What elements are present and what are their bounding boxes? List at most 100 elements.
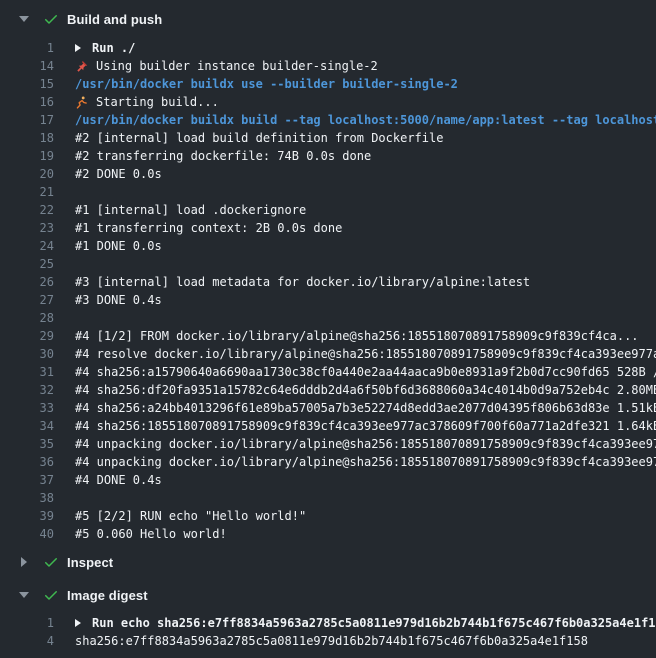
step-header[interactable]: Build and push [0, 8, 656, 30]
line-number: 37 [0, 471, 54, 489]
log-text: #4 DONE 0.4s [75, 471, 162, 489]
chevron-down-icon[interactable] [18, 592, 30, 598]
log-line[interactable]: 4 sha256:e7ff8834a5963a2785c5a0811e979d1… [0, 632, 656, 650]
log-line[interactable]: 19 #2 transferring dockerfile: 74B 0.0s … [0, 147, 656, 165]
line-number: 38 [0, 489, 54, 507]
log-line[interactable]: 29 #4 [1/2] FROM docker.io/library/alpin… [0, 327, 656, 345]
log-text: #2 DONE 0.0s [75, 165, 162, 183]
log-line[interactable]: 36 #4 unpacking docker.io/library/alpine… [0, 453, 656, 471]
line-number: 35 [0, 435, 54, 453]
log-line[interactable]: 24 #1 DONE 0.0s [0, 237, 656, 255]
line-text-content: #2 DONE 0.0s [75, 165, 162, 183]
log-line[interactable]: 22 #1 [internal] load .dockerignore [0, 201, 656, 219]
log-text: #4 sha256:185518070891758909c9f839cf4ca3… [75, 417, 656, 435]
line-number: 14 [0, 57, 54, 75]
line-number: 23 [0, 219, 54, 237]
log-text: Using builder instance builder-single-2 [75, 57, 378, 75]
log-line[interactable]: 25 [0, 255, 656, 273]
command-text: /usr/bin/docker buildx use --builder bui… [75, 75, 458, 93]
line-text-content: #4 [1/2] FROM docker.io/library/alpine@s… [75, 327, 639, 345]
step-title: Image digest [67, 588, 148, 603]
line-text-content: #4 unpacking docker.io/library/alpine@sh… [75, 453, 656, 471]
line-number: 27 [0, 291, 54, 309]
line-text-content: #1 [internal] load .dockerignore [75, 201, 306, 219]
line-number: 34 [0, 417, 54, 435]
log-line[interactable]: 37 #4 DONE 0.4s [0, 471, 656, 489]
chevron-right-icon[interactable] [18, 557, 30, 567]
line-number: 30 [0, 345, 54, 363]
log-text: #4 sha256:a15790640a6690aa1730c38cf0a440… [75, 363, 656, 381]
log-line[interactable]: 1 Run ./ [0, 39, 656, 57]
line-number: 1 [0, 614, 54, 632]
line-number: 16 [0, 93, 54, 111]
log-line[interactable]: 39 #5 [2/2] RUN echo "Hello world!" [0, 507, 656, 525]
line-text-content: sha256:e7ff8834a5963a2785c5a0811e979d16b… [75, 632, 588, 650]
line-text-content: Starting build... [96, 93, 219, 111]
line-text-content: /usr/bin/docker buildx use --builder bui… [75, 75, 458, 93]
log-line[interactable]: 31 #4 sha256:a15790640a6690aa1730c38cf0a… [0, 363, 656, 381]
log-line[interactable]: 30 #4 resolve docker.io/library/alpine@s… [0, 345, 656, 363]
line-number: 24 [0, 237, 54, 255]
step-title: Inspect [67, 555, 113, 570]
chevron-down-icon[interactable] [18, 16, 30, 22]
log-section: Inspect [0, 551, 656, 573]
line-number: 25 [0, 255, 54, 273]
log-text: #1 [internal] load .dockerignore [75, 201, 306, 219]
check-success-icon [43, 554, 59, 570]
log-line[interactable]: 17 /usr/bin/docker buildx build --tag lo… [0, 111, 656, 129]
line-number: 1 [0, 39, 54, 57]
log-line[interactable]: 28 [0, 309, 656, 327]
log-text: #3 [internal] load metadata for docker.i… [75, 273, 530, 291]
log-line[interactable]: 21 [0, 183, 656, 201]
line-text-content: #2 transferring dockerfile: 74B 0.0s don… [75, 147, 371, 165]
line-number: 21 [0, 183, 54, 201]
line-text-content: #4 unpacking docker.io/library/alpine@sh… [75, 435, 656, 453]
line-number: 31 [0, 363, 54, 381]
log-line[interactable]: 15 /usr/bin/docker buildx use --builder … [0, 75, 656, 93]
line-text-content: Using builder instance builder-single-2 [96, 57, 378, 75]
log-section: Image digest 1 Run echo sha256:e7ff8834a… [0, 584, 656, 650]
line-number: 26 [0, 273, 54, 291]
play-triangle-icon[interactable] [75, 619, 81, 627]
play-triangle-icon[interactable] [75, 44, 81, 52]
line-text-content: #4 sha256:df20fa9351a15782c64e6dddb2d4a6… [75, 381, 656, 399]
step-log-lines: 1 Run echo sha256:e7ff8834a5963a2785c5a0… [0, 614, 656, 650]
line-number: 36 [0, 453, 54, 471]
log-text: #1 DONE 0.0s [75, 237, 162, 255]
log-line[interactable]: 23 #1 transferring context: 2B 0.0s done [0, 219, 656, 237]
log-text: #4 [1/2] FROM docker.io/library/alpine@s… [75, 327, 639, 345]
line-text-content: #4 resolve docker.io/library/alpine@sha2… [75, 345, 656, 363]
log-line[interactable]: 38 [0, 489, 656, 507]
runner-icon [75, 96, 88, 109]
step-header[interactable]: Inspect [0, 551, 656, 573]
step-header[interactable]: Image digest [0, 584, 656, 606]
line-text-content: #4 sha256:a24bb4013296f61e89ba57005a7b3e… [75, 399, 656, 417]
line-text-content: #4 sha256:185518070891758909c9f839cf4ca3… [75, 417, 656, 435]
log-line[interactable]: 16 Starting build... [0, 93, 656, 111]
log-section: Build and push 1 Run ./ 14 Using builder… [0, 8, 656, 543]
log-text: #4 resolve docker.io/library/alpine@sha2… [75, 345, 656, 363]
line-number: 17 [0, 111, 54, 129]
line-text-content: #3 [internal] load metadata for docker.i… [75, 273, 530, 291]
log-line[interactable]: 20 #2 DONE 0.0s [0, 165, 656, 183]
line-text-content: #1 DONE 0.0s [75, 237, 162, 255]
log-line[interactable]: 18 #2 [internal] load build definition f… [0, 129, 656, 147]
check-success-icon [43, 11, 59, 27]
log-line[interactable]: 27 #3 DONE 0.4s [0, 291, 656, 309]
line-number: 32 [0, 381, 54, 399]
log-text: #4 unpacking docker.io/library/alpine@sh… [75, 435, 656, 453]
log-line[interactable]: 35 #4 unpacking docker.io/library/alpine… [0, 435, 656, 453]
line-number: 22 [0, 201, 54, 219]
line-text-content: #1 transferring context: 2B 0.0s done [75, 219, 342, 237]
log-line[interactable]: 40 #5 0.060 Hello world! [0, 525, 656, 543]
log-line[interactable]: 1 Run echo sha256:e7ff8834a5963a2785c5a0… [0, 614, 656, 632]
line-text-content: #5 0.060 Hello world! [75, 525, 227, 543]
command-text: /usr/bin/docker buildx build --tag local… [75, 111, 656, 129]
log-line[interactable]: 32 #4 sha256:df20fa9351a15782c64e6dddb2d… [0, 381, 656, 399]
pushpin-icon [75, 60, 88, 73]
log-text: sha256:e7ff8834a5963a2785c5a0811e979d16b… [75, 632, 588, 650]
log-line[interactable]: 26 #3 [internal] load metadata for docke… [0, 273, 656, 291]
log-line[interactable]: 14 Using builder instance builder-single… [0, 57, 656, 75]
log-line[interactable]: 33 #4 sha256:a24bb4013296f61e89ba57005a7… [0, 399, 656, 417]
log-line[interactable]: 34 #4 sha256:185518070891758909c9f839cf4… [0, 417, 656, 435]
